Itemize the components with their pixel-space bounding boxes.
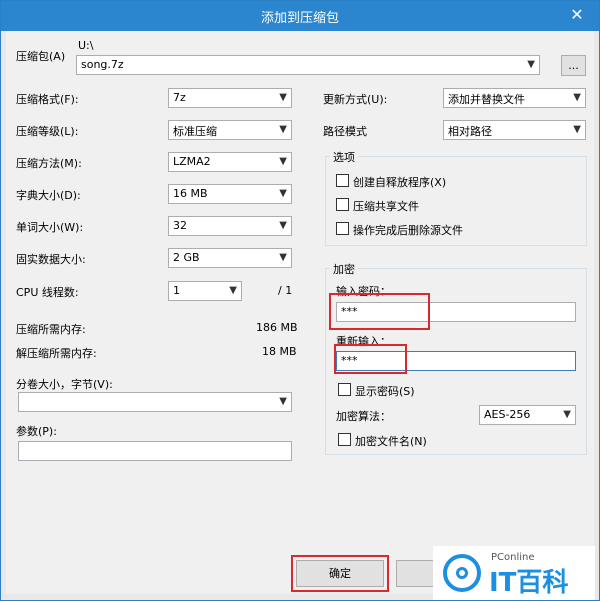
sfx-label: 创建自释放程序(X) — [353, 176, 447, 189]
mem-decompress-value: 18 MB — [262, 345, 297, 358]
word-value: 32 — [173, 219, 187, 232]
encryption-method-label: 加密算法： — [336, 410, 391, 423]
volume-combo[interactable]: ▼ — [18, 392, 292, 412]
mem-compress-value: 186 MB — [256, 321, 298, 334]
solid-select[interactable]: 2 GB ▼ — [168, 248, 292, 268]
archive-filename-value: song.7z — [81, 58, 124, 71]
options-group-title: 选项 — [330, 149, 358, 165]
word-select[interactable]: 32 ▼ — [168, 216, 292, 236]
add-to-archive-dialog: 添加到压缩包 ✕ 压缩包(A) U:\ song.7z ▼ ... 压缩格式(F… — [0, 0, 600, 601]
reenter-highlight-box — [334, 344, 407, 374]
pathmode-label: 路径模式 — [323, 125, 367, 138]
mem-decompress-label: 解压缩所需内存: — [16, 347, 97, 360]
chevron-down-icon: ▼ — [279, 156, 287, 167]
chevron-down-icon: ▼ — [279, 252, 287, 263]
update-value: 添加并替换文件 — [448, 93, 525, 106]
level-select[interactable]: 标准压缩 ▼ — [168, 120, 292, 140]
delete-label: 操作完成后删除源文件 — [353, 224, 463, 237]
format-select[interactable]: 7z ▼ — [168, 88, 292, 108]
pathmode-value: 相对路径 — [448, 125, 492, 138]
pconline-logo: PConline IT百科 — [433, 546, 595, 600]
chevron-down-icon: ▼ — [279, 396, 287, 407]
solid-label: 固实数据大小: — [16, 253, 86, 266]
chevron-down-icon: ▼ — [563, 409, 571, 420]
method-select[interactable]: LZMA2 ▼ — [168, 152, 292, 172]
chevron-down-icon: ▼ — [573, 124, 581, 135]
encryption-method-select[interactable]: AES-256 ▼ — [479, 405, 576, 425]
word-label: 单词大小(W): — [16, 221, 84, 234]
volume-label: 分卷大小，字节(V): — [16, 378, 113, 391]
method-value: LZMA2 — [173, 155, 211, 168]
format-value: 7z — [173, 91, 186, 104]
sfx-checkbox[interactable] — [336, 174, 349, 187]
ok-highlight-box — [291, 555, 389, 592]
encryption-method-value: AES-256 — [484, 408, 531, 421]
encryption-group-title: 加密 — [330, 261, 358, 277]
pathmode-select[interactable]: 相对路径 ▼ — [443, 120, 586, 140]
chevron-down-icon: ▼ — [229, 285, 237, 296]
level-label: 压缩等级(L): — [16, 125, 79, 138]
chevron-down-icon: ▼ — [279, 124, 287, 135]
cancel-button[interactable] — [396, 560, 436, 587]
archive-path: U:\ — [78, 39, 94, 52]
cpu-select[interactable]: 1 ▼ — [168, 281, 242, 301]
show-password-checkbox[interactable] — [338, 383, 351, 396]
chevron-down-icon: ▼ — [279, 92, 287, 103]
chevron-down-icon: ▼ — [279, 188, 287, 199]
dict-value: 16 MB — [173, 187, 208, 200]
params-input[interactable] — [18, 441, 292, 461]
password-highlight-box — [329, 293, 430, 330]
logo-circle-icon — [443, 554, 481, 592]
archive-filename-combo[interactable]: song.7z ▼ — [76, 55, 540, 75]
cpu-max: / 1 — [278, 284, 293, 297]
delete-checkbox[interactable] — [336, 222, 349, 235]
show-password-label: 显示密码(S) — [355, 385, 415, 398]
encrypt-names-checkbox[interactable] — [338, 433, 351, 446]
format-label: 压缩格式(F): — [16, 93, 79, 106]
chevron-down-icon: ▼ — [573, 92, 581, 103]
method-label: 压缩方法(M): — [16, 157, 82, 170]
encrypt-names-label: 加密文件名(N) — [355, 435, 427, 448]
shared-checkbox[interactable] — [336, 198, 349, 211]
cpu-label: CPU 线程数: — [16, 286, 79, 299]
solid-value: 2 GB — [173, 251, 200, 264]
update-select[interactable]: 添加并替换文件 ▼ — [443, 88, 586, 108]
dict-label: 字典大小(D): — [16, 189, 81, 202]
chevron-down-icon: ▼ — [279, 220, 287, 231]
dict-select[interactable]: 16 MB ▼ — [168, 184, 292, 204]
update-label: 更新方式(U): — [323, 93, 388, 106]
window-title: 添加到压缩包 — [260, 11, 339, 26]
browse-button[interactable]: ... — [561, 55, 586, 76]
close-icon[interactable]: ✕ — [563, 3, 591, 27]
shared-label: 压缩共享文件 — [353, 200, 419, 213]
mem-compress-label: 压缩所需内存: — [16, 323, 86, 336]
logo-inner-icon — [456, 567, 468, 579]
params-label: 参数(P): — [16, 425, 57, 438]
level-value: 标准压缩 — [173, 125, 217, 138]
dialog-body: 压缩包(A) U:\ song.7z ▼ ... 压缩格式(F): 7z ▼ 压… — [6, 31, 594, 594]
archive-label: 压缩包(A) — [16, 50, 66, 63]
title-bar: 添加到压缩包 ✕ — [1, 1, 599, 31]
logo-big-text: IT百科 — [489, 568, 569, 598]
chevron-down-icon[interactable]: ▼ — [527, 59, 535, 70]
cpu-value: 1 — [173, 284, 180, 297]
